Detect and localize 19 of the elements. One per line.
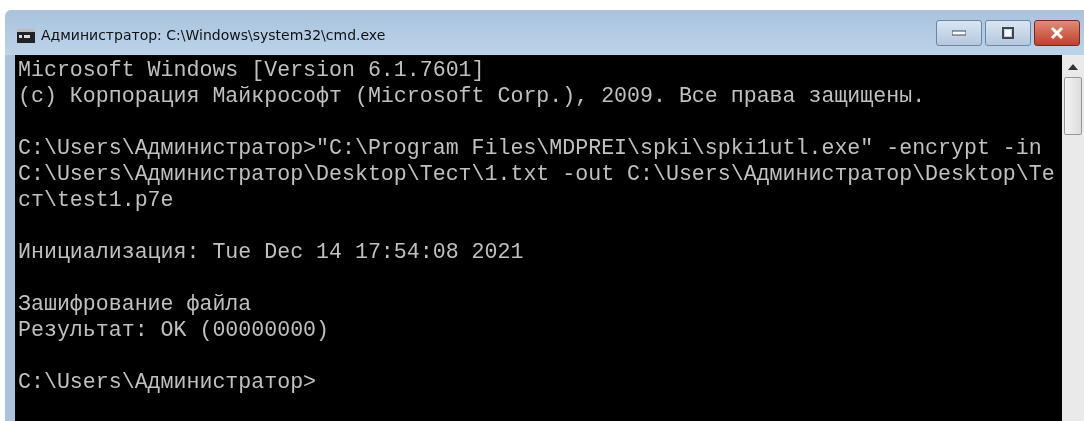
window-title: Администратор: C:\Windows\system32\cmd.exe [41,27,386,43]
console-line: Результат: OK (00000000) [18,317,330,343]
scrollbar[interactable] [1062,55,1084,421]
minimize-icon [952,30,966,36]
console-line: C:\Users\Администратор> [18,369,318,395]
scroll-up-icon[interactable] [1068,64,1078,70]
console-line: (c) Корпорация Майкрософт (Microsoft Corp.), 2009. Все права защищены. [18,83,927,109]
console-line: Инициализация: Tue Dec 14 17:54:08 2021 [18,239,525,265]
console-line: ст\test1.p7e [18,187,175,213]
console-line: C:\Users\Администратор>"C:\Program Files\MDPREI\spki\spki1utl.exe" -encrypt -in [18,135,1043,161]
console-line: Зашифрование файла [18,291,253,317]
console-line: C:\Users\Администратор\Desktop\Тест\1.txt -out C:\Users\Администратор\Desktop\Те [18,161,1056,187]
scroll-thumb[interactable] [1064,77,1082,135]
close-button[interactable] [1034,20,1080,46]
console-line: Microsoft Windows [Version 6.1.7601] [18,57,486,83]
maximize-button[interactable] [985,20,1031,46]
console-icon [17,29,35,43]
maximize-icon [1002,27,1014,39]
close-icon [1050,26,1064,40]
